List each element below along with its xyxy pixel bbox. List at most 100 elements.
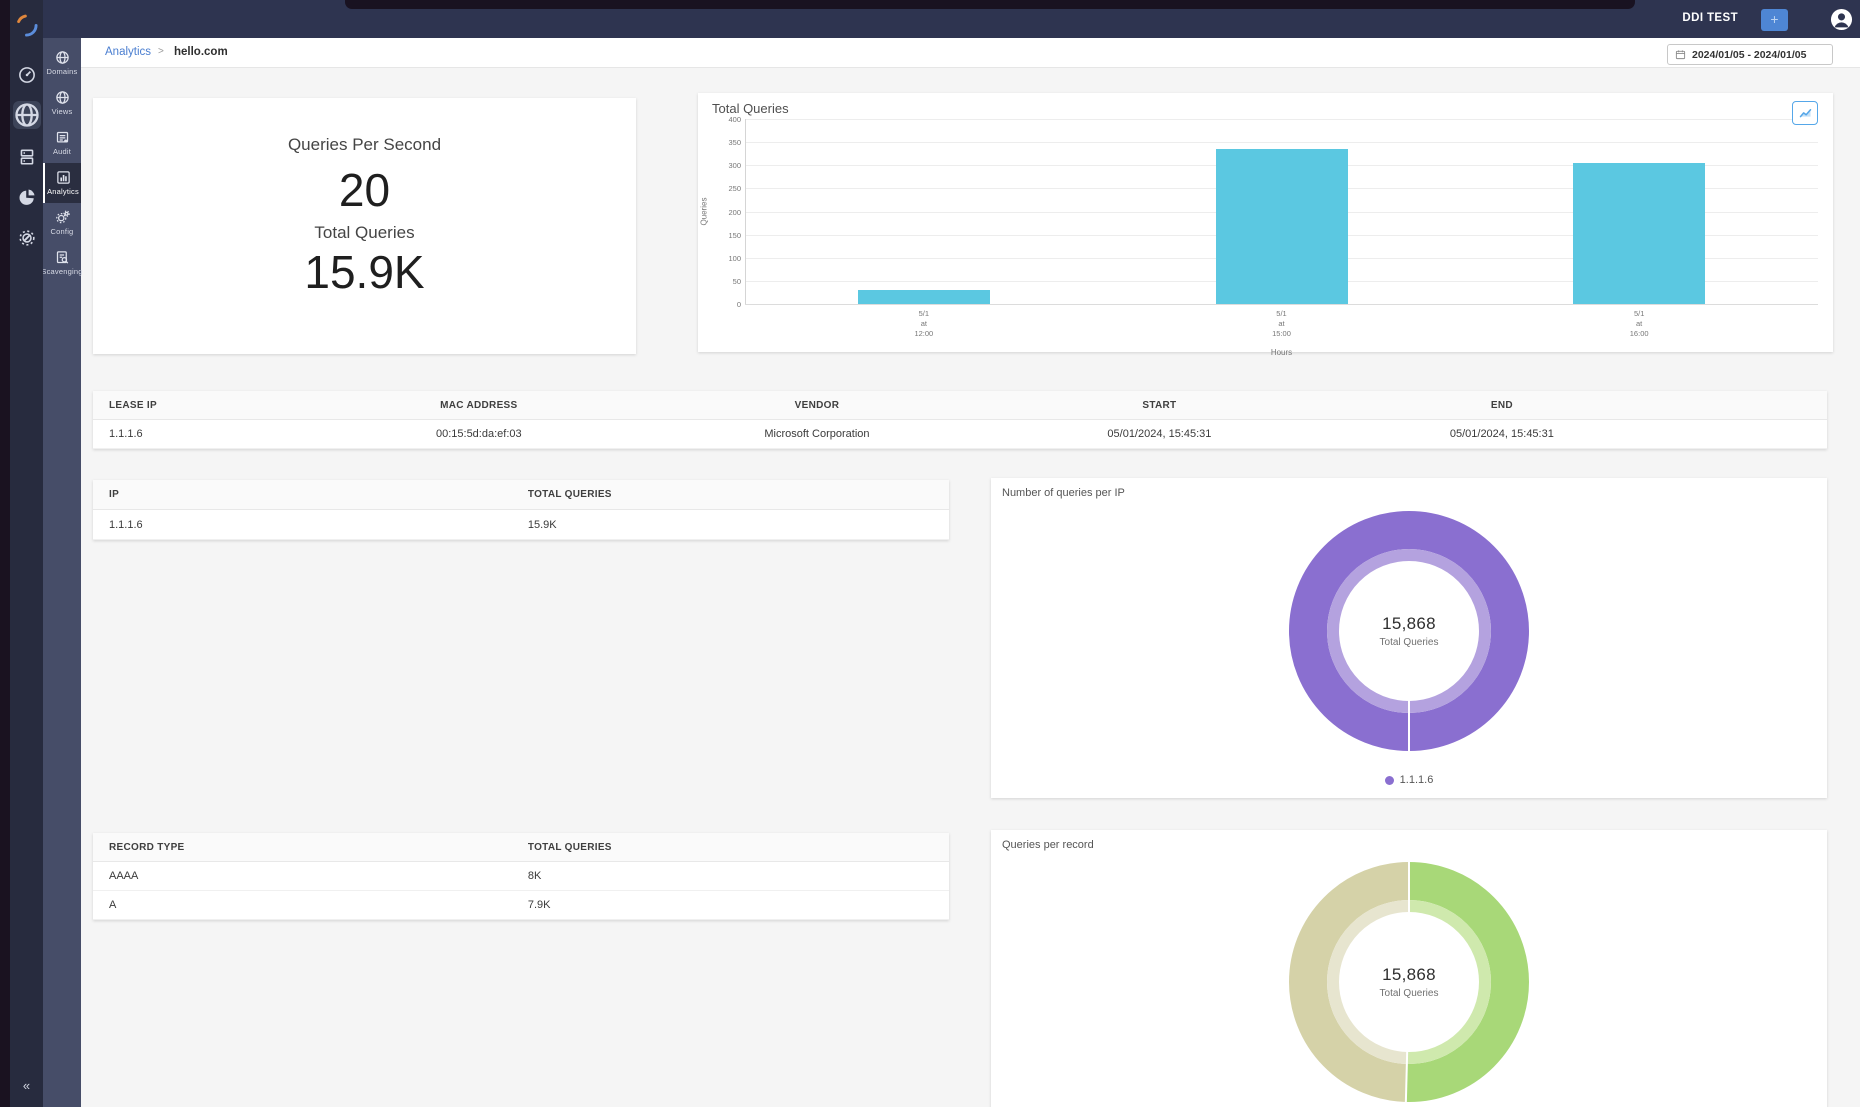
x-tick-label: 5/1 at 15:00 bbox=[1272, 309, 1291, 338]
bar-5/1 at 12:00[interactable] bbox=[857, 290, 990, 304]
table-cell: 00:15:5d:da:ef:03 bbox=[435, 428, 522, 440]
donut-title: Queries per record bbox=[1002, 839, 1094, 851]
top-bar: DDI TEST + bbox=[43, 0, 1860, 38]
app-logo-icon[interactable] bbox=[13, 12, 40, 39]
column-header: RECORD TYPE bbox=[109, 841, 185, 853]
sidebar-item-label: Analytics bbox=[47, 187, 79, 196]
y-axis bbox=[745, 119, 746, 304]
y-tick-label: 100 bbox=[728, 253, 741, 263]
table-cell: 15.9K bbox=[527, 518, 557, 531]
table-cell: 05/01/2024, 15:45:31 bbox=[1449, 428, 1554, 440]
sidebar-item-config[interactable]: Config bbox=[43, 203, 81, 243]
app-root: DDI TEST + « Domains Views Audit Analytics C… bbox=[0, 0, 1860, 1107]
nav-sidebar: Domains Views Audit Analytics Config Scavengi… bbox=[41, 38, 83, 1107]
column-header: END bbox=[1490, 399, 1513, 411]
table-cell: A bbox=[109, 899, 117, 911]
rail-pie-chart-icon[interactable] bbox=[17, 188, 36, 207]
donut-title: Number of queries per IP bbox=[1002, 487, 1125, 499]
queries-per-ip-table: IP TOTAL QUERIES 1.1.1.6 15.9K bbox=[93, 480, 949, 540]
bar-5/1 at 16:00[interactable] bbox=[1573, 162, 1706, 304]
column-header: TOTAL QUERIES bbox=[527, 841, 612, 853]
add-button[interactable]: + bbox=[1761, 9, 1788, 31]
line-chart-icon bbox=[1799, 108, 1811, 117]
date-range-picker[interactable]: 2024/01/05 - 2024/01/05 bbox=[1667, 44, 1833, 65]
queries-per-record-table: RECORD TYPE TOTAL QUERIES AAAA 8K A 7.9K bbox=[93, 833, 949, 920]
total-queries-label: Total Queries bbox=[314, 223, 415, 242]
total-queries-value: 15.9K bbox=[304, 246, 425, 298]
table-row: 1.1.1.6 15.9K bbox=[93, 510, 949, 540]
table-cell: 05/01/2024, 15:45:31 bbox=[1107, 428, 1212, 440]
sidebar-item-analytics[interactable]: Analytics bbox=[43, 163, 81, 203]
table-header-row: RECORD TYPE TOTAL QUERIES bbox=[93, 833, 949, 862]
rail-settings-wrench-icon[interactable] bbox=[17, 229, 36, 248]
column-header: IP bbox=[109, 489, 120, 500]
queries-per-record-donut-card: Queries per record 15,868 Total Queries bbox=[991, 830, 1827, 1107]
table-cell: 1.1.1.6 bbox=[109, 518, 143, 531]
column-header: TOTAL QUERIES bbox=[527, 489, 612, 500]
table-row: A 7.9K bbox=[93, 891, 949, 920]
sidebar-item-label: Audit bbox=[52, 147, 72, 156]
queries-per-ip-donut-card: Number of queries per IP 15,868 Total Qu… bbox=[991, 478, 1827, 798]
column-header: VENDOR bbox=[794, 399, 840, 411]
queries-per-ip-donut-chart: 15,868 Total Queries bbox=[1273, 495, 1545, 767]
gridline bbox=[745, 119, 1818, 120]
total-queries-bar-chart: 0 50 100 150 200 250 300 350 400 Queries 5/1 at 12:0… bbox=[698, 93, 1833, 357]
window-notch bbox=[345, 0, 1635, 9]
icon-rail: « bbox=[10, 0, 43, 1107]
sidebar-items: Domains Views Audit Analytics Config Scavengi… bbox=[41, 43, 83, 283]
y-tick-label: 300 bbox=[728, 161, 741, 171]
breadcrumb-analytics-link[interactable]: Analytics bbox=[105, 46, 151, 58]
donut-legend-item[interactable]: 1.1.1.6 bbox=[991, 774, 1827, 786]
breadcrumb-bar: Analytics > hello.com 2024/01/05 - 2024/… bbox=[81, 38, 1860, 68]
table-cell: Microsoft Corporation bbox=[764, 428, 870, 440]
table-cell: AAAA bbox=[109, 870, 139, 882]
calendar-icon bbox=[1675, 50, 1686, 60]
total-queries-chart-card: 0 50 100 150 200 250 300 350 400 Queries 5/1 at 12:0… bbox=[698, 93, 1833, 357]
user-avatar-icon[interactable] bbox=[1830, 8, 1853, 31]
sidebar-item-label: Domains bbox=[46, 67, 78, 76]
sidebar-item-label: Scavenging bbox=[41, 267, 83, 276]
x-axis-title: Hours bbox=[1270, 348, 1293, 357]
qps-label: Queries Per Second bbox=[287, 135, 442, 154]
outer-edge-strip bbox=[0, 0, 10, 1107]
breadcrumb-separator: > bbox=[158, 46, 164, 57]
y-tick-label: 400 bbox=[728, 115, 741, 124]
legend-label: 1.1.1.6 bbox=[1399, 774, 1434, 786]
gridline bbox=[745, 304, 1818, 305]
x-tick-label: 5/1 at 16:00 bbox=[1629, 309, 1649, 338]
qps-value: 20 bbox=[338, 164, 391, 216]
gridline bbox=[745, 142, 1818, 144]
column-header: LEASE IP bbox=[109, 399, 157, 411]
bar-5/1 at 15:00[interactable] bbox=[1215, 149, 1348, 304]
column-header: MAC ADDRESS bbox=[440, 399, 518, 411]
sidebar-item-audit[interactable]: Audit bbox=[43, 123, 81, 163]
rail-dns-globe-icon[interactable] bbox=[12, 101, 41, 129]
rail-server-audit-icon[interactable] bbox=[17, 148, 36, 167]
chart-title: Total Queries bbox=[712, 101, 789, 116]
date-range-value: 2024/01/05 - 2024/01/05 bbox=[1692, 48, 1807, 61]
table-cell: 1.1.1.6 bbox=[109, 428, 143, 440]
y-tick-label: 0 bbox=[736, 300, 741, 309]
y-tick-label: 350 bbox=[728, 138, 741, 148]
sidebar-item-label: Config bbox=[50, 227, 74, 236]
sidebar-item-scavenging[interactable]: Scavenging bbox=[41, 243, 83, 283]
sidebar-item-views[interactable]: Views bbox=[43, 83, 81, 123]
collapse-sidebar-button[interactable]: « bbox=[10, 1078, 43, 1093]
expand-chart-button[interactable] bbox=[1792, 101, 1818, 125]
y-tick-label: 50 bbox=[732, 276, 741, 286]
sidebar-item-domains[interactable]: Domains bbox=[43, 43, 81, 83]
queries-summary-card: Queries Per Second 20 Total Queries 15.9… bbox=[93, 98, 636, 354]
queries-per-record-donut-chart: 15,868 Total Queries bbox=[1273, 846, 1545, 1107]
lease-table: LEASE IP MAC ADDRESS VENDOR START END 1.1.1.6… bbox=[93, 391, 1827, 449]
y-axis-title: Queries bbox=[699, 197, 709, 226]
column-header: START bbox=[1142, 399, 1177, 411]
donut-slice[interactable] bbox=[1327, 549, 1491, 713]
sidebar-item-label: Views bbox=[51, 107, 73, 116]
table-header-row: LEASE IP MAC ADDRESS VENDOR START END bbox=[93, 391, 1827, 420]
table-cell: 8K bbox=[527, 870, 542, 882]
table-header-row: IP TOTAL QUERIES bbox=[93, 480, 949, 510]
legend-dot bbox=[1384, 775, 1394, 785]
rail-gauge-icon[interactable] bbox=[17, 66, 36, 85]
breadcrumb-current-page: hello.com bbox=[174, 46, 228, 58]
table-row: AAAA 8K bbox=[93, 862, 949, 891]
